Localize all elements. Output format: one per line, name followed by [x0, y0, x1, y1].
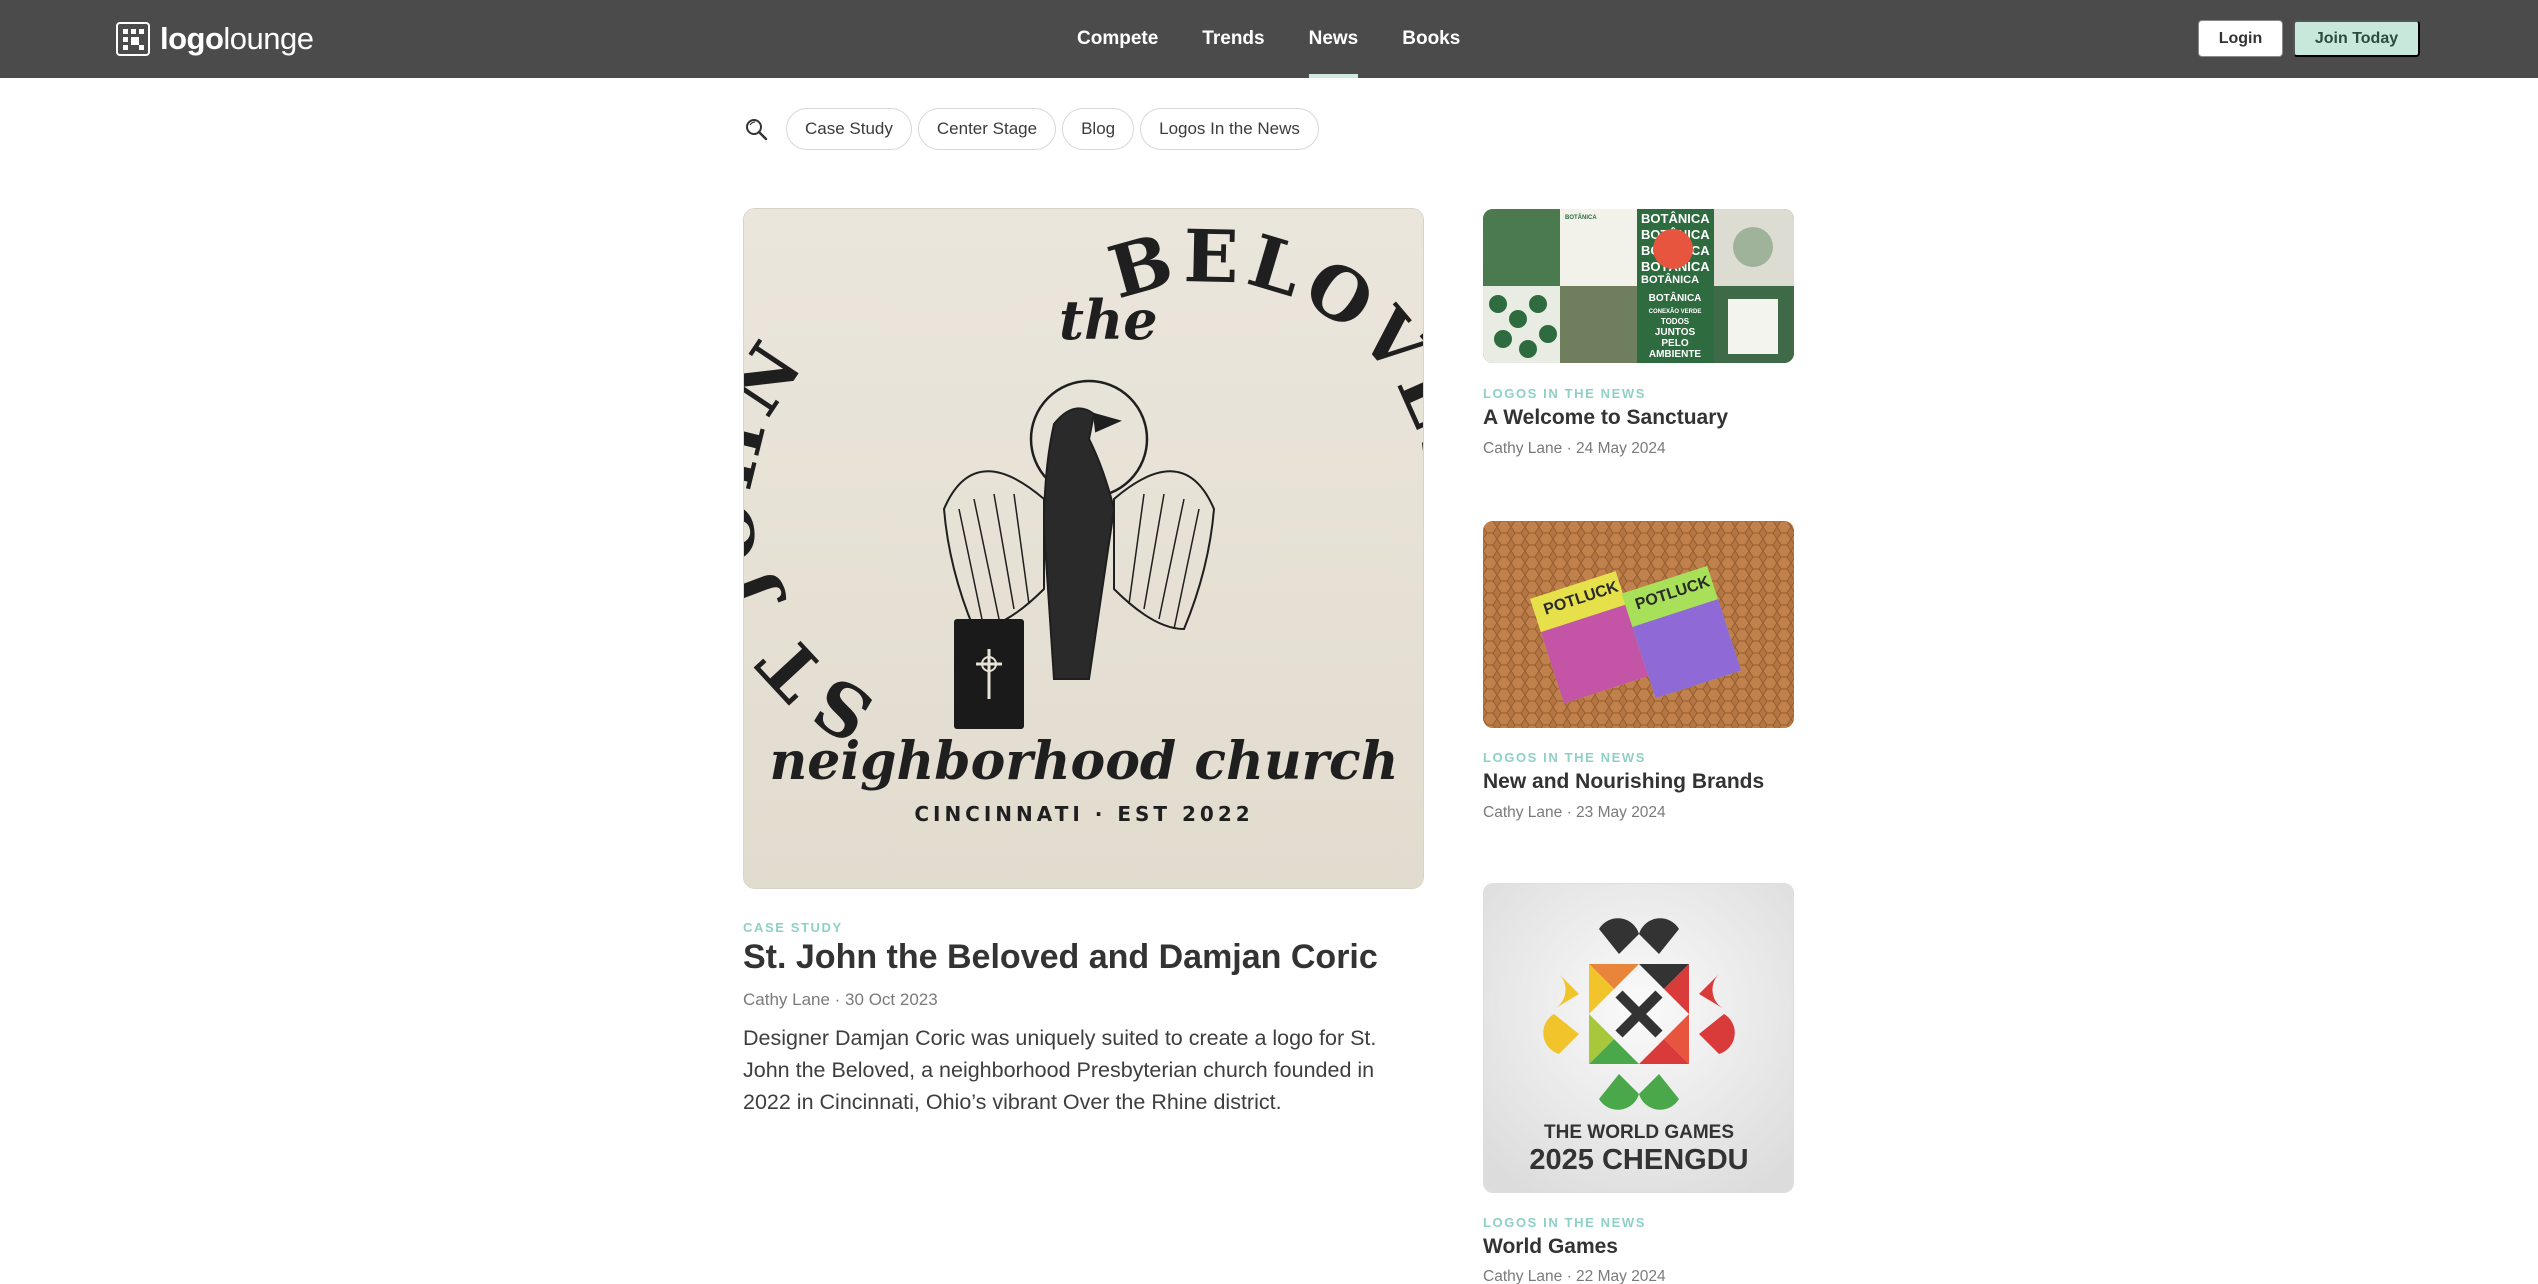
side-article-2-category: LOGOS IN THE NEWS — [1483, 750, 1646, 765]
side-article-3-image[interactable]: THE WORLD GAMES 2025 CHENGDU — [1483, 883, 1794, 1193]
side-article-1-category: LOGOS IN THE NEWS — [1483, 386, 1646, 401]
filter-chip-logos-in-the-news[interactable]: Logos In the News — [1140, 108, 1319, 150]
side-article-3-category: LOGOS IN THE NEWS — [1483, 1215, 1646, 1230]
nav-trends[interactable]: Trends — [1202, 0, 1264, 78]
nav-news[interactable]: News — [1308, 0, 1358, 78]
featured-article-description: Designer Damjan Coric was uniquely suite… — [743, 1026, 1377, 1114]
login-button[interactable]: Login — [2198, 20, 2283, 57]
logolounge-mark-icon — [116, 22, 150, 56]
cincinnati-est-text: CINCINNATI · EST 2022 — [914, 802, 1253, 826]
neighborhood-church-text: neighborhood church — [769, 731, 1398, 792]
side-article-1-image[interactable]: BOTÂNICA BOTÂNICA BOTÂNICA BOTÂNICA BOTÂ… — [1483, 209, 1794, 363]
top-navigation-bar: logolounge Compete Trends News Books Log… — [0, 0, 2538, 78]
brand-wordmark: logolounge — [160, 21, 314, 56]
svg-text:BOTÂNICA: BOTÂNICA — [1641, 211, 1710, 226]
filter-chip-center-stage[interactable]: Center Stage — [917, 108, 1057, 150]
svg-text:PELO: PELO — [1661, 338, 1688, 349]
logo-home-link[interactable]: logolounge — [116, 19, 314, 59]
the-script-text: the — [1059, 288, 1158, 352]
svg-text:CONEXÃO VERDE: CONEXÃO VERDE — [1649, 308, 1702, 315]
join-today-button[interactable]: Join Today — [2293, 20, 2420, 57]
featured-article-image[interactable]: ST JOHN BELOVED the neighborhood church … — [743, 208, 1424, 889]
nav-books[interactable]: Books — [1402, 0, 1460, 78]
category-filter-bar: Case Study Center Stage Blog Logos In th… — [742, 108, 1319, 150]
svg-text:BOTÂNICA: BOTÂNICA — [1641, 273, 1699, 286]
main-nav: Compete Trends News Books — [1077, 0, 1504, 78]
filter-chip-blog[interactable]: Blog — [1062, 108, 1135, 150]
svg-text:BOTÂNICA: BOTÂNICA — [1649, 291, 1702, 304]
featured-category-label: CASE STUDY — [743, 920, 843, 935]
featured-article-meta: Cathy Lane · 30 Oct 2023 — [743, 990, 938, 1009]
svg-text:JUNTOS: JUNTOS — [1655, 327, 1696, 338]
featured-article-title[interactable]: St. John the Beloved and Damjan Coric — [743, 938, 1378, 977]
nav-compete[interactable]: Compete — [1077, 0, 1158, 78]
side-article-1-meta: Cathy Lane · 24 May 2024 — [1483, 440, 1666, 457]
svg-text:TODOS: TODOS — [1661, 317, 1690, 326]
search-icon[interactable] — [742, 114, 772, 144]
svg-text:THE WORLD GAMES: THE WORLD GAMES — [1544, 1122, 1734, 1143]
svg-text:BOTÂNICA: BOTÂNICA — [1565, 214, 1597, 221]
side-article-3-title[interactable]: World Games — [1483, 1235, 1618, 1259]
svg-text:2025 CHENGDU: 2025 CHENGDU — [1529, 1144, 1748, 1176]
svg-text:AMBIENTE: AMBIENTE — [1649, 349, 1702, 360]
side-article-2-image[interactable]: POTLUCK POTLUCK — [1483, 521, 1794, 728]
side-article-2-meta: Cathy Lane · 23 May 2024 — [1483, 804, 1666, 821]
side-article-1-title[interactable]: A Welcome to Sanctuary — [1483, 406, 1728, 430]
side-article-2-title[interactable]: New and Nourishing Brands — [1483, 770, 1764, 794]
filter-chip-case-study[interactable]: Case Study — [786, 108, 912, 150]
side-article-3-meta: Cathy Lane · 22 May 2024 — [1483, 1268, 1666, 1284]
